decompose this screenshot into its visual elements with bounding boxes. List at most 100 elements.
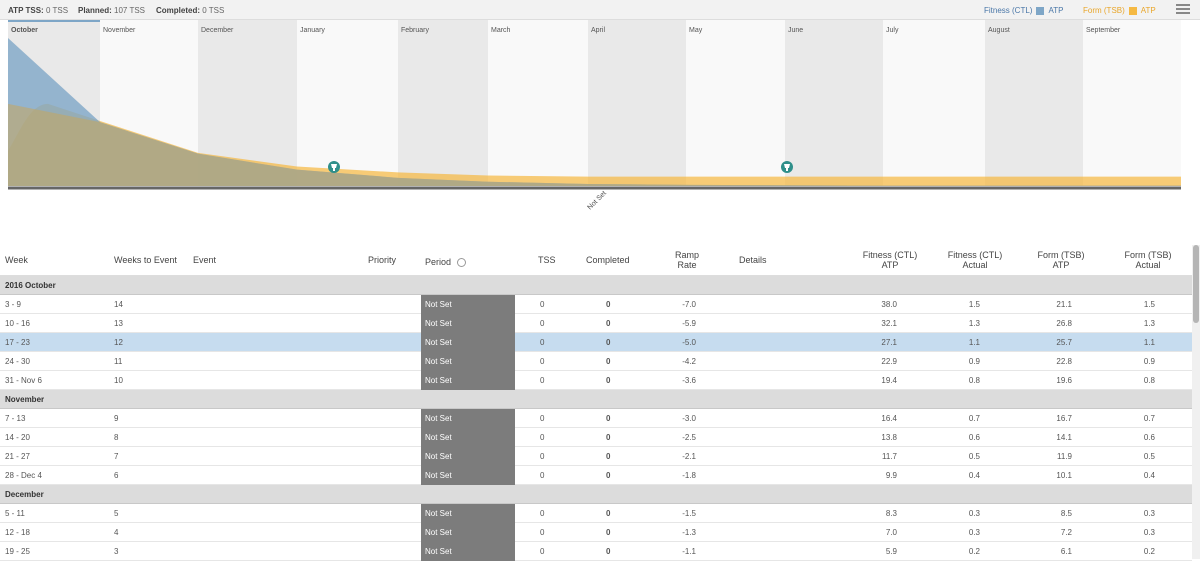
form-actual-cell: 0.5	[1143, 452, 1155, 461]
form-atp-cell: 8.5	[1060, 509, 1072, 518]
header-form-atp[interactable]: Form (TSB) ATP	[1021, 250, 1101, 270]
ramp-rate-cell: -1.3	[682, 528, 696, 537]
period-select[interactable]: Not Set	[421, 314, 515, 333]
period-select[interactable]: Not Set	[421, 371, 515, 390]
header-period-label: Period	[425, 257, 452, 267]
month-label: July	[886, 27, 899, 34]
month-group-row[interactable]: 2016 October	[0, 276, 1192, 295]
completed-cell: 0	[606, 471, 611, 480]
header-fitness-atp[interactable]: Fitness (CTL) ATP	[850, 250, 930, 270]
month-label: December	[201, 27, 234, 34]
fitness-actual-cell: 0.6	[968, 433, 980, 442]
header-weeks-to-event[interactable]: Weeks to Event	[114, 255, 177, 265]
header-period[interactable]: Period	[425, 257, 467, 268]
weeks-to-event-cell: 11	[114, 357, 123, 366]
table-row[interactable]: 12 - 18 4 0 0 -1.3 7.0 0.3 7.2 0.3 Not Set	[0, 523, 1192, 542]
period-select[interactable]: Not Set	[421, 333, 515, 352]
legend-fitness[interactable]: Fitness (CTL) ATP	[984, 6, 1063, 15]
weeks-to-event-cell: 6	[114, 471, 119, 480]
week-cell: 21 - 27	[5, 452, 30, 461]
month-group-label: 2016 October	[5, 281, 56, 290]
table-row[interactable]: 5 - 11 5 0 0 -1.5 8.3 0.3 8.5 0.3 Not Set	[0, 504, 1192, 523]
header-week[interactable]: Week	[5, 255, 28, 265]
weeks-to-event-cell: 12	[114, 338, 123, 347]
month-band	[588, 20, 686, 186]
month-label: November	[103, 27, 136, 34]
period-select[interactable]: Not Set	[421, 295, 515, 314]
table-scrollbar[interactable]	[1192, 245, 1200, 559]
table-row[interactable]: 3 - 9 14 0 0 -7.0 38.0 1.5 21.1 1.5 Not Set	[0, 295, 1192, 314]
fitness-atp-cell: 32.1	[881, 319, 897, 328]
form-atp-cell: 16.7	[1056, 414, 1072, 423]
trophy-icon[interactable]	[328, 161, 340, 173]
weeks-to-event-cell: 13	[114, 319, 123, 328]
table-row[interactable]: 14 - 20 8 0 0 -2.5 13.8 0.6 14.1 0.6 Not Set	[0, 428, 1192, 447]
table-row[interactable]: 7 - 13 9 0 0 -3.0 16.4 0.7 16.7 0.7 Not Set	[0, 409, 1192, 428]
period-select[interactable]: Not Set	[421, 352, 515, 371]
period-select[interactable]: Not Set	[421, 466, 515, 485]
period-select[interactable]: Not Set	[421, 523, 515, 542]
fitness-atp-cell: 38.0	[881, 300, 897, 309]
week-cell: 14 - 20	[5, 433, 30, 442]
scrollbar-thumb[interactable]	[1193, 245, 1199, 323]
header-completed[interactable]: Completed	[586, 255, 630, 265]
header-tss[interactable]: TSS	[538, 255, 556, 265]
weeks-to-event-cell: 9	[114, 414, 119, 423]
fitness-actual-cell: 0.8	[968, 376, 980, 385]
weeks-to-event-cell: 4	[114, 528, 119, 537]
header-ramp-rate[interactable]: Ramp Rate	[668, 250, 706, 270]
tss-cell: 0	[540, 376, 545, 385]
table-row[interactable]: 31 - Nov 6 10 0 0 -3.6 19.4 0.8 19.6 0.8 Not Set	[0, 371, 1192, 390]
period-select[interactable]: Not Set	[421, 447, 515, 466]
form-atp-cell: 21.1	[1056, 300, 1072, 309]
period-select[interactable]: Not Set	[421, 428, 515, 447]
period-select[interactable]: Not Set	[421, 409, 515, 428]
month-band	[488, 20, 588, 186]
table-row[interactable]: 19 - 25 3 0 0 -1.1 5.9 0.2 6.1 0.2 Not Set	[0, 542, 1192, 561]
planned-label: Planned:	[78, 6, 112, 15]
menu-icon[interactable]	[1176, 4, 1190, 16]
ramp-rate-cell: -1.8	[682, 471, 696, 480]
month-group-row[interactable]: November	[0, 390, 1192, 409]
chart-axis-label: Not Set	[586, 190, 607, 211]
legend-form-item: ATP	[1140, 6, 1156, 15]
header-priority[interactable]: Priority	[368, 255, 396, 265]
table-row[interactable]: 28 - Dec 4 6 0 0 -1.8 9.9 0.4 10.1 0.4 Not Set	[0, 466, 1192, 485]
gear-icon[interactable]	[457, 258, 467, 268]
legend-fitness-swatch	[1036, 6, 1045, 15]
table-row[interactable]: 21 - 27 7 0 0 -2.1 11.7 0.5 11.9 0.5 Not Set	[0, 447, 1192, 466]
form-actual-cell: 0.2	[1143, 547, 1155, 556]
header-details[interactable]: Details	[739, 255, 767, 265]
fitness-atp-cell: 16.4	[881, 414, 897, 423]
fitness-atp-cell: 13.8	[881, 433, 897, 442]
month-group-row[interactable]: December	[0, 485, 1192, 504]
legend-form[interactable]: Form (TSB) ATP	[1083, 6, 1156, 15]
table-row[interactable]: 24 - 30 11 0 0 -4.2 22.9 0.9 22.8 0.9 Not Set	[0, 352, 1192, 371]
trophy-icon[interactable]	[781, 161, 793, 173]
completed-cell: 0	[606, 300, 611, 309]
month-label: May	[689, 27, 703, 34]
ramp-rate-cell: -4.2	[682, 357, 696, 366]
header-fitness-actual[interactable]: Fitness (CTL) Actual	[935, 250, 1015, 270]
atp-chart: October November December January February Ma…	[0, 20, 1200, 245]
fitness-actual-cell: 0.2	[968, 547, 980, 556]
form-atp-cell: 22.8	[1056, 357, 1072, 366]
header-ramp-line1: Ramp	[674, 250, 699, 260]
table-row[interactable]: 10 - 16 13 0 0 -5.9 32.1 1.3 26.8 1.3 Not Set	[0, 314, 1192, 333]
week-cell: 12 - 18	[5, 528, 30, 537]
header-form-actual[interactable]: Form (TSB) Actual	[1108, 250, 1188, 270]
atp-tss-stat: ATP TSS: 0 TSS	[8, 6, 68, 15]
week-cell: 24 - 30	[5, 357, 30, 366]
period-select[interactable]: Not Set	[421, 542, 515, 561]
fitness-atp-cell: 19.4	[881, 376, 897, 385]
header-event[interactable]: Event	[193, 255, 216, 265]
fitness-actual-cell: 0.4	[968, 471, 980, 480]
tss-cell: 0	[540, 300, 545, 309]
fitness-actual-cell: 1.5	[968, 300, 980, 309]
period-select[interactable]: Not Set	[421, 504, 515, 523]
ramp-rate-cell: -5.9	[682, 319, 696, 328]
atp-tss-label: ATP TSS:	[8, 6, 44, 15]
table-row[interactable]: 17 - 23 12 0 0 -5.0 27.1 1.1 25.7 1.1 Not Set	[0, 333, 1192, 352]
week-cell: 31 - Nov 6	[5, 376, 42, 385]
tss-cell: 0	[540, 338, 545, 347]
